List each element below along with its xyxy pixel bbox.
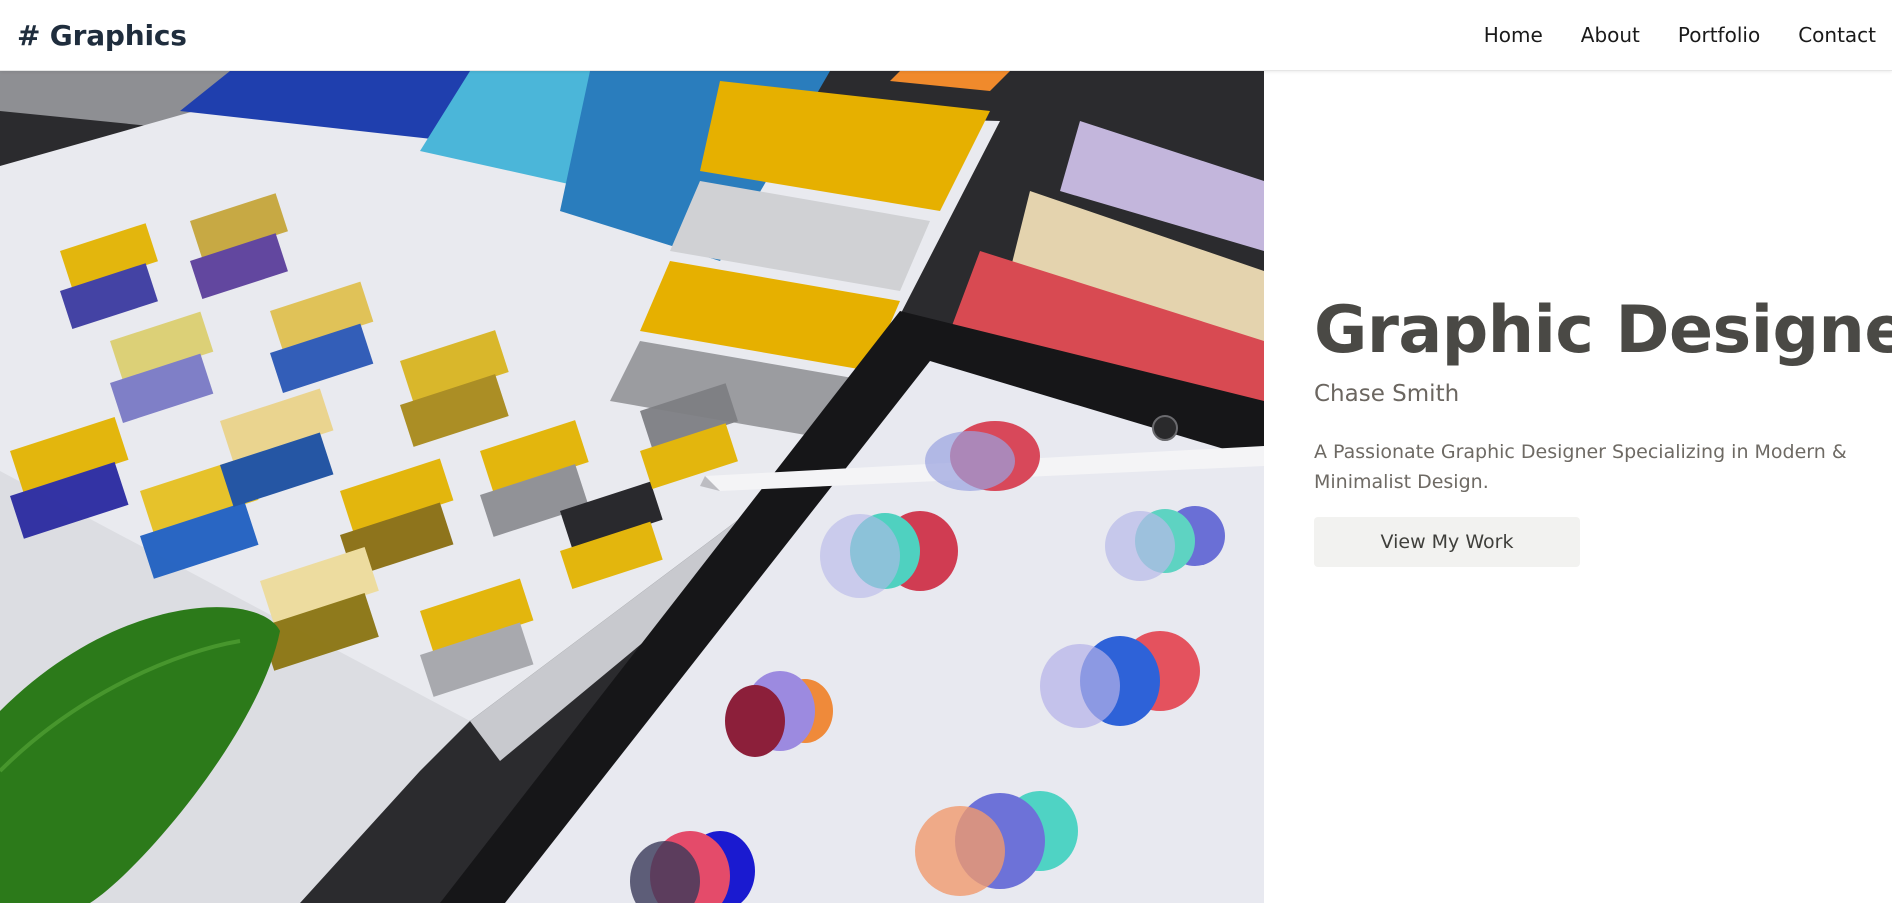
nav-link-about[interactable]: About bbox=[1581, 23, 1640, 47]
brand-logo[interactable]: # Graphics bbox=[17, 19, 187, 52]
navbar: # Graphics Home About Portfolio Contact bbox=[0, 0, 1892, 71]
nav-link-home[interactable]: Home bbox=[1484, 23, 1543, 47]
hero-description: A Passionate Graphic Designer Specializi… bbox=[1314, 440, 1847, 493]
hero-name: Chase Smith bbox=[1314, 380, 1460, 407]
nav-link-contact[interactable]: Contact bbox=[1798, 23, 1876, 47]
hero-text: Graphic Designer Chase Smith A Passionat… bbox=[1314, 293, 1892, 567]
view-my-work-button[interactable]: View My Work bbox=[1314, 516, 1580, 567]
hero-title: Graphic Designer bbox=[1314, 293, 1892, 368]
hero-photo-illustration bbox=[0, 71, 1264, 903]
nav-links: Home About Portfolio Contact bbox=[1484, 23, 1876, 47]
hero-image bbox=[0, 71, 1264, 903]
nav-link-portfolio[interactable]: Portfolio bbox=[1678, 23, 1760, 47]
